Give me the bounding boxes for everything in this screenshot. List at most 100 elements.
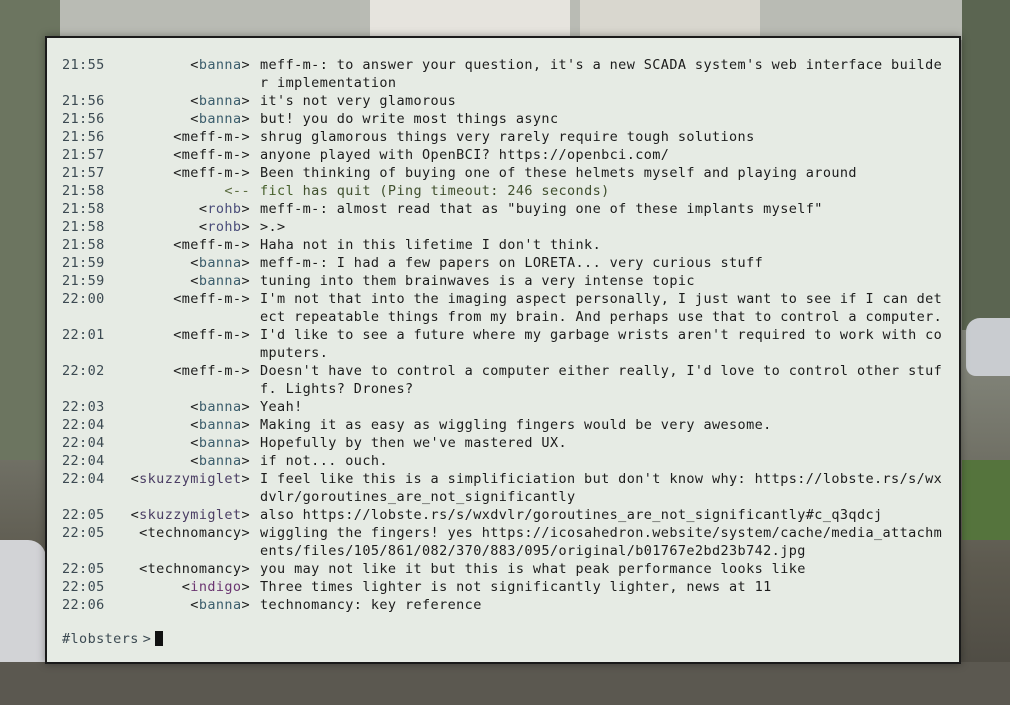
message-nick: <indigo> <box>182 578 250 596</box>
nick-name[interactable]: technomancy <box>148 561 242 577</box>
message-nick: <technomancy> <box>139 560 250 578</box>
nick-bracket-open: < <box>190 93 199 109</box>
nick-bracket-open: < <box>190 453 199 469</box>
message-text: Hopefully by then we've mastered UX. <box>260 435 567 451</box>
nick-bracket-close: > <box>241 237 250 253</box>
nick-name[interactable]: meff-m- <box>182 165 242 181</box>
nick-name[interactable]: meff-m- <box>182 327 242 343</box>
message-text: I'd like to see a future where my garbag… <box>260 327 943 361</box>
wallpaper-house <box>370 0 570 38</box>
message-text: wiggling the fingers! yes https://icosah… <box>260 525 943 559</box>
nick-name[interactable]: banna <box>199 399 242 415</box>
nick-name[interactable]: banna <box>199 273 242 289</box>
wallpaper-house <box>580 0 760 38</box>
message-nick: <banna> <box>190 254 250 272</box>
nick-bracket-open: < <box>173 147 182 163</box>
message-timestamp: 21:58 <box>62 237 105 253</box>
nick-bracket-close: > <box>241 579 250 595</box>
message-timestamp: 21:58 <box>62 183 105 199</box>
message-nick: <skuzzymiglet> <box>131 506 250 524</box>
message-timestamp: 21:57 <box>62 147 105 163</box>
message-timestamp: 22:01 <box>62 327 105 343</box>
message-nick: <meff-m-> <box>173 326 250 344</box>
message-text: I'm not that into the imaging aspect per… <box>260 291 943 325</box>
message-nick: <banna> <box>190 452 250 470</box>
nick-bracket-open: < <box>190 255 199 271</box>
message-timestamp: 22:06 <box>62 597 105 613</box>
chat-message: 21:57 <meff-m-> anyone played with OpenBCI… <box>47 146 959 164</box>
message-text: meff-m-: almost read that as "buying one… <box>260 201 823 217</box>
nick-bracket-close: > <box>241 147 250 163</box>
chat-message: 22:05 <technomancy> you may not like it bu… <box>47 560 959 578</box>
nick-name[interactable]: rohb <box>207 201 241 217</box>
message-nick: <technomancy> <box>139 524 250 542</box>
chat-log: 21:55 <banna> meff-m-: to answer your ques… <box>47 56 959 614</box>
nick-bracket-close: > <box>241 363 250 379</box>
nick-name[interactable]: meff-m- <box>182 291 242 307</box>
nick-bracket-open: < <box>190 597 199 613</box>
chat-message: 21:55 <banna> meff-m-: to answer your ques… <box>47 56 959 92</box>
nick-name[interactable]: banna <box>199 597 242 613</box>
nick-name[interactable]: banna <box>199 57 242 73</box>
nick-bracket-close: > <box>241 165 250 181</box>
wallpaper-lawn <box>962 460 1010 540</box>
nick-bracket-close: > <box>241 201 250 217</box>
nick-bracket-close: > <box>241 111 250 127</box>
input-prompt[interactable]: #lobsters > <box>62 630 164 648</box>
quit-reason: has quit (Ping timeout: 246 seconds) <box>302 183 610 199</box>
chat-message: 21:56 <banna> it's not very glamorous <box>47 92 959 110</box>
nick-name[interactable]: skuzzymiglet <box>139 507 241 523</box>
nick-name[interactable]: banna <box>199 453 242 469</box>
nick-bracket-close: > <box>241 435 250 451</box>
nick-name[interactable]: skuzzymiglet <box>139 471 241 487</box>
nick-bracket-open: < <box>173 165 182 181</box>
message-text: Yeah! <box>260 399 303 415</box>
message-timestamp: 22:05 <box>62 507 105 523</box>
nick-name[interactable]: technomancy <box>148 525 242 541</box>
message-nick: <meff-m-> <box>173 290 250 308</box>
chat-message: 22:04 <banna> if not... ouch. <box>47 452 959 470</box>
nick-name[interactable]: banna <box>199 435 242 451</box>
message-text: Making it as easy as wiggling fingers wo… <box>260 417 772 433</box>
message-nick: <meff-m-> <box>173 362 250 380</box>
nick-name[interactable]: meff-m- <box>182 363 242 379</box>
message-nick: <banna> <box>190 56 250 74</box>
irc-terminal-window[interactable]: 21:55 <banna> meff-m-: to answer your ques… <box>45 36 961 664</box>
nick-name[interactable]: rohb <box>207 219 241 235</box>
message-nick: <banna> <box>190 398 250 416</box>
nick-name[interactable]: banna <box>199 93 242 109</box>
nick-name[interactable]: meff-m- <box>182 237 242 253</box>
message-timestamp: 22:02 <box>62 363 105 379</box>
quit-arrow: <-- <box>224 183 250 199</box>
quit-nick: ficl <box>260 183 295 199</box>
message-timestamp: 22:05 <box>62 525 105 541</box>
nick-name[interactable]: meff-m- <box>182 129 242 145</box>
nick-bracket-open: < <box>190 273 199 289</box>
nick-name[interactable]: indigo <box>190 579 241 595</box>
chat-message: 21:56 <banna> but! you do write most thing… <box>47 110 959 128</box>
wallpaper-road <box>0 662 1010 705</box>
chat-message: 21:56 <meff-m-> shrug glamorous things ver… <box>47 128 959 146</box>
nick-name[interactable]: banna <box>199 255 242 271</box>
nick-bracket-close: > <box>241 57 250 73</box>
chat-message: 22:01 <meff-m-> I'd like to see a future w… <box>47 326 959 362</box>
message-text: ficl has quit (Ping timeout: 246 seconds… <box>260 182 950 200</box>
nick-name[interactable]: banna <box>199 417 242 433</box>
message-text: shrug glamorous things very rarely requi… <box>260 129 755 145</box>
nick-name[interactable]: meff-m- <box>182 147 242 163</box>
message-nick: <banna> <box>190 110 250 128</box>
message-timestamp: 22:04 <box>62 417 105 433</box>
message-text: >.> <box>260 219 286 235</box>
chat-message: 22:05 <indigo> Three times lighter is not … <box>47 578 959 596</box>
nick-bracket-close: > <box>241 129 250 145</box>
nick-bracket-close: > <box>241 561 250 577</box>
message-text: also https://lobste.rs/s/wxdvlr/goroutin… <box>260 507 883 523</box>
message-text: Doesn't have to control a computer eithe… <box>260 363 943 397</box>
nick-bracket-open: < <box>190 417 199 433</box>
message-nick: <banna> <box>190 596 250 614</box>
nick-bracket-close: > <box>241 471 250 487</box>
chat-message: 22:03 <banna> Yeah! <box>47 398 959 416</box>
nick-name[interactable]: banna <box>199 111 242 127</box>
message-timestamp: 22:00 <box>62 291 105 307</box>
nick-bracket-close: > <box>241 273 250 289</box>
